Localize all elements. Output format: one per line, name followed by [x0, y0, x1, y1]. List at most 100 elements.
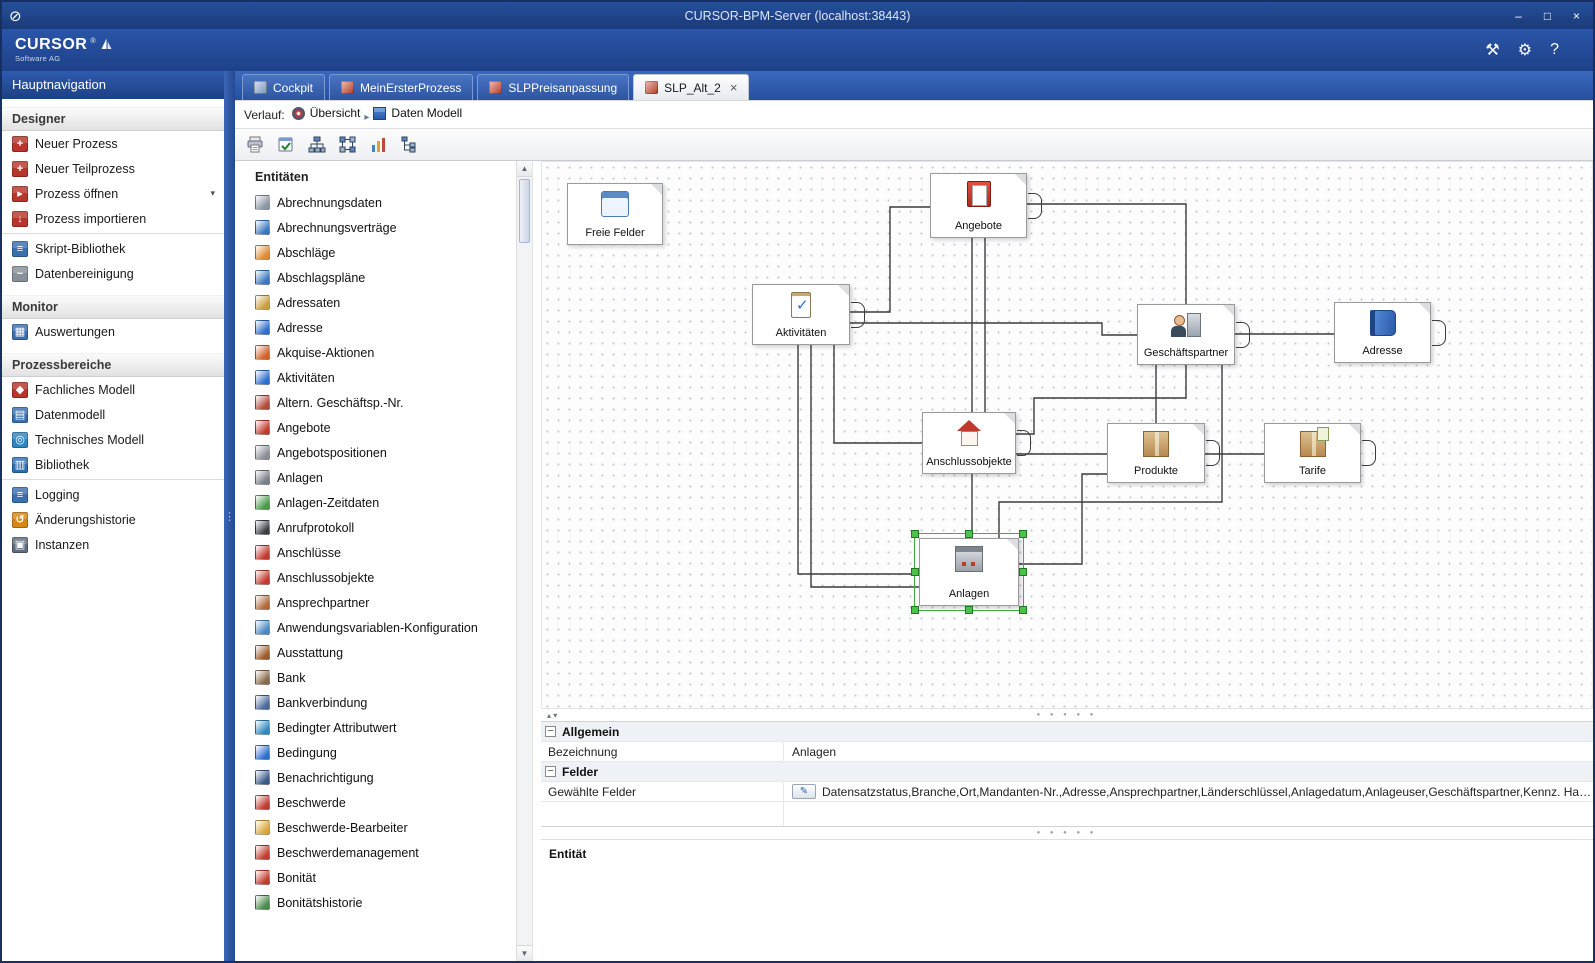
entity-scrollbar[interactable]: ▲ ▼ — [516, 161, 533, 961]
entity-item-bonität[interactable]: Bonität — [235, 865, 516, 890]
entity-item-adresse[interactable]: Adresse — [235, 315, 516, 340]
entity-item-altern-geschäftsp-nr[interactable]: Altern. Geschäftsp.-Nr. — [235, 390, 516, 415]
tab-meinersterprozess[interactable]: MeinErsterProzess — [329, 74, 473, 100]
node-aktivitaeten[interactable]: Aktivitäten — [752, 284, 850, 345]
entity-item-anlagen[interactable]: Anlagen — [235, 465, 516, 490]
tab-cockpit[interactable]: Cockpit — [242, 74, 325, 100]
entity-item-abrechnungsverträge[interactable]: Abrechnungsverträge — [235, 215, 516, 240]
sidebar-item-neuer-prozess[interactable]: +Neuer Prozess — [2, 131, 224, 156]
connector-line[interactable] — [811, 345, 919, 587]
entity-item-bedingung[interactable]: Bedingung — [235, 740, 516, 765]
close-tab-icon[interactable]: × — [730, 81, 738, 94]
maximize-button[interactable]: □ — [1533, 5, 1562, 26]
node-angebote[interactable]: Angebote — [930, 173, 1027, 238]
property-value[interactable]: Anlagen — [784, 742, 1593, 761]
entity-item-beschwerde[interactable]: Beschwerde — [235, 790, 516, 815]
close-button[interactable]: × — [1562, 5, 1591, 26]
entity-item-bonitätshistorie[interactable]: Bonitätshistorie — [235, 890, 516, 915]
entity-item-adressaten[interactable]: Adressaten — [235, 290, 516, 315]
connector-line[interactable] — [850, 323, 1137, 335]
edit-fields-button[interactable]: ✎ — [792, 784, 816, 799]
connector-line[interactable] — [834, 345, 922, 443]
sidebar-item-instanzen[interactable]: ▣Instanzen — [2, 532, 224, 557]
sidebar-item-datenbereinigung[interactable]: ~Datenbereinigung — [2, 261, 224, 286]
customize-icon[interactable]: ⚙ — [1518, 40, 1532, 60]
breadcrumb-item-daten-modell[interactable]: Daten Modell — [373, 106, 462, 120]
entity-item-ansprechpartner[interactable]: Ansprechpartner — [235, 590, 516, 615]
tab-slppreisanpassung[interactable]: SLPPreisanpassung — [477, 74, 629, 100]
tab-slp-alt-2[interactable]: SLP_Alt_2× — [633, 74, 749, 100]
entity-item-bankverbindung[interactable]: Bankverbindung — [235, 690, 516, 715]
properties-entity-splitter[interactable]: ● ● ● ● ● — [541, 827, 1593, 839]
node-freie-felder[interactable]: Freie Felder — [567, 183, 663, 245]
node-anlagen[interactable]: Anlagen — [919, 538, 1019, 606]
entity-item-abschlagspläne[interactable]: Abschlagspläne — [235, 265, 516, 290]
tools-icon[interactable]: ⚒ — [1485, 40, 1499, 60]
print-preview-icon[interactable] — [243, 133, 267, 157]
sidebar-item-prozess-öffnen[interactable]: ▸Prozess öffnen▾ — [2, 181, 224, 206]
cursor-logo: CURSOR ® Software AG — [15, 37, 113, 63]
help-icon[interactable]: ? — [1550, 41, 1559, 59]
splitter-arrows-icon[interactable]: ▴ ▾ — [547, 711, 557, 720]
layout-tree-icon[interactable] — [398, 133, 422, 157]
clipboard-icon — [791, 292, 811, 318]
entity-item-bank[interactable]: Bank — [235, 665, 516, 690]
entity-item-abrechnungsdaten[interactable]: Abrechnungsdaten — [235, 190, 516, 215]
diagram-canvas[interactable]: Freie Felder Angebote Aktivitäten Geschäfts… — [541, 161, 1593, 709]
entity-item-beschwerdemanagement[interactable]: Beschwerdemanagement — [235, 840, 516, 865]
sidebar-item-logging[interactable]: ≡Logging — [2, 482, 224, 507]
entity-icon — [255, 220, 270, 235]
entity-item-anschlussobjekte[interactable]: Anschlussobjekte — [235, 565, 516, 590]
sidebar-item-skript-bibliothek[interactable]: ≡Skript-Bibliothek — [2, 236, 224, 261]
entity-label: Ausstattung — [277, 646, 343, 660]
entity-item-angebotspositionen[interactable]: Angebotspositionen — [235, 440, 516, 465]
sidebar-item-bibliothek[interactable]: ▥Bibliothek — [2, 452, 224, 477]
entity-item-anwendungsvariablen-konfiguration[interactable]: Anwendungsvariablen-Konfiguration — [235, 615, 516, 640]
entity-item-aktivitäten[interactable]: Aktivitäten — [235, 365, 516, 390]
sidebar-item-prozess-importieren[interactable]: ↓Prozess importieren — [2, 206, 224, 231]
entity-item-abschläge[interactable]: Abschläge — [235, 240, 516, 265]
layout-orthogonal-icon[interactable] — [336, 133, 360, 157]
scrollbar-thumb[interactable] — [519, 179, 530, 243]
node-adresse[interactable]: Adresse — [1334, 302, 1431, 363]
select-window-icon[interactable] — [274, 133, 298, 157]
entity-item-anschlüsse[interactable]: Anschlüsse — [235, 540, 516, 565]
collapse-icon[interactable]: − — [545, 766, 556, 777]
sidebar-splitter[interactable]: ⋮ — [224, 71, 235, 961]
entity-item-angebote[interactable]: Angebote — [235, 415, 516, 440]
node-produkte[interactable]: Produkte — [1107, 423, 1205, 483]
sidebar-section-designer[interactable]: Designer — [2, 107, 224, 131]
sidebar-item-datenmodell[interactable]: ▤Datenmodell — [2, 402, 224, 427]
canvas-properties-splitter[interactable]: ▴ ▾ ● ● ● ● ● — [541, 709, 1593, 721]
connector-line[interactable] — [1027, 204, 1186, 304]
sidebar-section-monitor[interactable]: Monitor — [2, 295, 224, 319]
layout-hierarchic-icon[interactable] — [305, 133, 329, 157]
scroll-down-icon[interactable]: ▼ — [517, 945, 532, 961]
entity-item-beschwerde-bearbeiter[interactable]: Beschwerde-Bearbeiter — [235, 815, 516, 840]
sidebar-item-änderungshistorie[interactable]: ↺Änderungshistorie — [2, 507, 224, 532]
sidebar-item-auswertungen[interactable]: ▦Auswertungen — [2, 319, 224, 344]
breadcrumb-item-übersicht[interactable]: Übersicht — [292, 106, 361, 120]
connector-line[interactable] — [798, 345, 919, 574]
sidebar-item-technisches-modell[interactable]: ◎Technisches Modell — [2, 427, 224, 452]
property-value[interactable]: ✎Datensatzstatus,Branche,Ort,Mandanten-N… — [784, 782, 1593, 801]
sidebar-item-fachliches-modell[interactable]: ◆Fachliches Modell — [2, 377, 224, 402]
node-geschaeftspartner[interactable]: Geschäftspartner — [1137, 304, 1235, 365]
node-tarife[interactable]: Tarife — [1264, 423, 1361, 483]
entity-icon — [255, 670, 270, 685]
chart-icon[interactable] — [367, 133, 391, 157]
entity-item-bedingter-attributwert[interactable]: Bedingter Attributwert — [235, 715, 516, 740]
node-anschlussobjekte[interactable]: Anschlussobjekte — [922, 412, 1016, 474]
entity-item-anlagen-zeitdaten[interactable]: Anlagen-Zeitdaten — [235, 490, 516, 515]
collapse-icon[interactable]: − — [545, 726, 556, 737]
entity-item-anrufprotokoll[interactable]: Anrufprotokoll — [235, 515, 516, 540]
prozess-öffnen-icon: ▸ — [12, 186, 28, 202]
entity-item-ausstattung[interactable]: Ausstattung — [235, 640, 516, 665]
entity-item-benachrichtigung[interactable]: Benachrichtigung — [235, 765, 516, 790]
minimize-button[interactable]: – — [1504, 5, 1533, 26]
scroll-up-icon[interactable]: ▲ — [517, 161, 532, 177]
connector-line[interactable] — [850, 207, 930, 312]
entity-item-akquise-aktionen[interactable]: Akquise-Aktionen — [235, 340, 516, 365]
sidebar-item-neuer-teilprozess[interactable]: +Neuer Teilprozess — [2, 156, 224, 181]
sidebar-section-prozessbereiche[interactable]: Prozessbereiche — [2, 353, 224, 377]
